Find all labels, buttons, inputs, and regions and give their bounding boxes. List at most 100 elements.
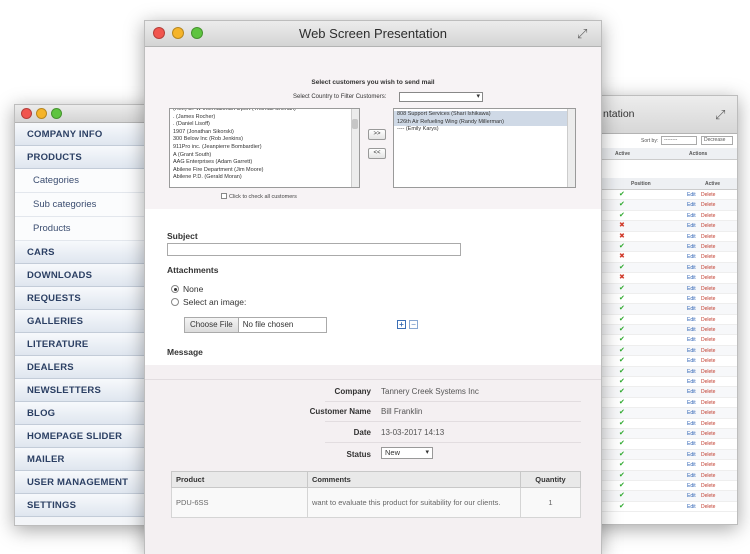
check-icon[interactable]: ✔ — [619, 378, 625, 386]
edit-link[interactable]: Edit — [687, 213, 696, 219]
check-icon[interactable]: ✔ — [619, 399, 625, 407]
edit-link[interactable]: Edit — [687, 192, 696, 198]
edit-link[interactable]: Edit — [687, 441, 696, 447]
cross-icon[interactable]: ✖ — [619, 274, 625, 282]
sidebar-item-cars[interactable]: CARS — [15, 241, 163, 264]
sidebar-item-newsletters[interactable]: NEWSLETTERS — [15, 379, 163, 402]
edit-link[interactable]: Edit — [687, 327, 696, 333]
edit-link[interactable]: Edit — [687, 254, 696, 260]
edit-link[interactable]: Edit — [687, 400, 696, 406]
edit-link[interactable]: Edit — [687, 483, 696, 489]
delete-link[interactable]: Delete — [701, 275, 715, 281]
check-icon[interactable]: ✔ — [619, 295, 625, 303]
edit-link[interactable]: Edit — [687, 410, 696, 416]
edit-link[interactable]: Edit — [687, 275, 696, 281]
edit-link[interactable]: Edit — [687, 317, 696, 323]
close-window-button[interactable] — [21, 108, 32, 119]
remove-customer-button[interactable]: << — [368, 148, 386, 159]
delete-link[interactable]: Delete — [701, 244, 715, 250]
sidebar-item-products-sub[interactable]: Products — [15, 217, 163, 241]
check-icon[interactable]: ✔ — [619, 264, 625, 272]
sidebar-item-company-info[interactable]: COMPANY INFO — [15, 123, 163, 146]
check-icon[interactable]: ✔ — [619, 285, 625, 293]
delete-link[interactable]: Delete — [701, 452, 715, 458]
check-icon[interactable]: ✔ — [619, 357, 625, 365]
edit-link[interactable]: Edit — [687, 379, 696, 385]
maximize-window-button[interactable] — [51, 108, 62, 119]
check-icon[interactable]: ✔ — [619, 347, 625, 355]
check-icon[interactable]: ✔ — [619, 243, 625, 251]
edit-link[interactable]: Edit — [687, 473, 696, 479]
list-item[interactable]: Abilene P.D. (Gerald Moran) — [170, 174, 359, 182]
sidebar-item-products[interactable]: PRODUCTS — [15, 146, 163, 169]
sidebar-item-user-management[interactable]: USER MANAGEMENT — [15, 471, 163, 494]
delete-link[interactable]: Delete — [701, 504, 715, 510]
edit-link[interactable]: Edit — [687, 504, 696, 510]
sidebar-item-literature[interactable]: LITERATURE — [15, 333, 163, 356]
edit-link[interactable]: Edit — [687, 286, 696, 292]
sidebar-item-downloads[interactable]: DOWNLOADS — [15, 264, 163, 287]
check-icon[interactable]: ✔ — [619, 326, 625, 334]
check-icon[interactable]: ✔ — [619, 503, 625, 511]
sidebar-item-mailer[interactable]: MAILER — [15, 448, 163, 471]
list-item[interactable]: Abilene Fire Department (Jim Moore) — [170, 167, 359, 175]
check-icon[interactable]: ✔ — [619, 440, 625, 448]
expand-icon[interactable]: ⤢ — [577, 27, 591, 41]
check-all-checkbox[interactable] — [221, 193, 227, 199]
list-item[interactable]: 126th Air Refueling Wing (Randy Millerma… — [394, 118, 575, 127]
delete-link[interactable]: Delete — [701, 265, 715, 271]
delete-link[interactable]: Delete — [701, 462, 715, 468]
add-customer-button[interactable]: >> — [368, 129, 386, 140]
sidebar-item-settings[interactable]: SETTINGS — [15, 494, 163, 517]
minimize-window-button[interactable] — [36, 108, 47, 119]
delete-link[interactable]: Delete — [701, 254, 715, 260]
check-icon[interactable]: ✔ — [619, 482, 625, 490]
delete-link[interactable]: Delete — [701, 234, 715, 240]
delete-link[interactable]: Delete — [701, 348, 715, 354]
delete-link[interactable]: Delete — [701, 192, 715, 198]
order-select[interactable]: Decrease — [701, 136, 733, 145]
check-icon[interactable]: ✔ — [619, 201, 625, 209]
sidebar-item-homepage-slider[interactable]: HOMEPAGE SLIDER — [15, 425, 163, 448]
radio-image[interactable] — [171, 298, 179, 306]
delete-link[interactable]: Delete — [701, 431, 715, 437]
delete-link[interactable]: Delete — [701, 337, 715, 343]
radio-none[interactable] — [171, 285, 179, 293]
add-attachment-icon[interactable]: + — [397, 320, 406, 329]
edit-link[interactable]: Edit — [687, 358, 696, 364]
check-icon[interactable]: ✔ — [619, 305, 625, 313]
delete-link[interactable]: Delete — [701, 223, 715, 229]
delete-link[interactable]: Delete — [701, 358, 715, 364]
sort-select[interactable]: -------- — [661, 136, 697, 145]
list-item[interactable]: 808 Support Services (Shari Ishikawa) — [394, 111, 575, 119]
status-select[interactable]: New — [381, 447, 433, 459]
edit-link[interactable]: Edit — [687, 306, 696, 312]
list-item[interactable]: 300 Below Inc (Rob Jenkins) — [170, 136, 359, 144]
delete-link[interactable]: Delete — [701, 493, 715, 499]
check-icon[interactable]: ✔ — [619, 492, 625, 500]
list-scrollbar[interactable] — [567, 109, 575, 187]
edit-link[interactable]: Edit — [687, 202, 696, 208]
list-item[interactable]: . (James Rocher) — [170, 114, 359, 122]
delete-link[interactable]: Delete — [701, 327, 715, 333]
list-item[interactable]: 1907 (Jonathan Sikorski) — [170, 129, 359, 137]
edit-link[interactable]: Edit — [687, 462, 696, 468]
delete-link[interactable]: Delete — [701, 317, 715, 323]
edit-link[interactable]: Edit — [687, 431, 696, 437]
sidebar-item-categories[interactable]: Categories — [15, 169, 163, 193]
delete-link[interactable]: Delete — [701, 369, 715, 375]
delete-link[interactable]: Delete — [701, 306, 715, 312]
list-item[interactable]: A (Grant South) — [170, 152, 359, 160]
check-icon[interactable]: ✔ — [619, 461, 625, 469]
check-icon[interactable]: ✔ — [619, 420, 625, 428]
edit-link[interactable]: Edit — [687, 348, 696, 354]
delete-link[interactable]: Delete — [701, 473, 715, 479]
cross-icon[interactable]: ✖ — [619, 253, 625, 261]
check-all-row[interactable]: Click to check all customers — [221, 193, 297, 200]
edit-link[interactable]: Edit — [687, 244, 696, 250]
edit-link[interactable]: Edit — [687, 369, 696, 375]
delete-link[interactable]: Delete — [701, 410, 715, 416]
radio-image-row[interactable]: Select an image: — [171, 297, 246, 307]
choose-file-button[interactable]: Choose File — [185, 318, 239, 332]
check-icon[interactable]: ✔ — [619, 336, 625, 344]
